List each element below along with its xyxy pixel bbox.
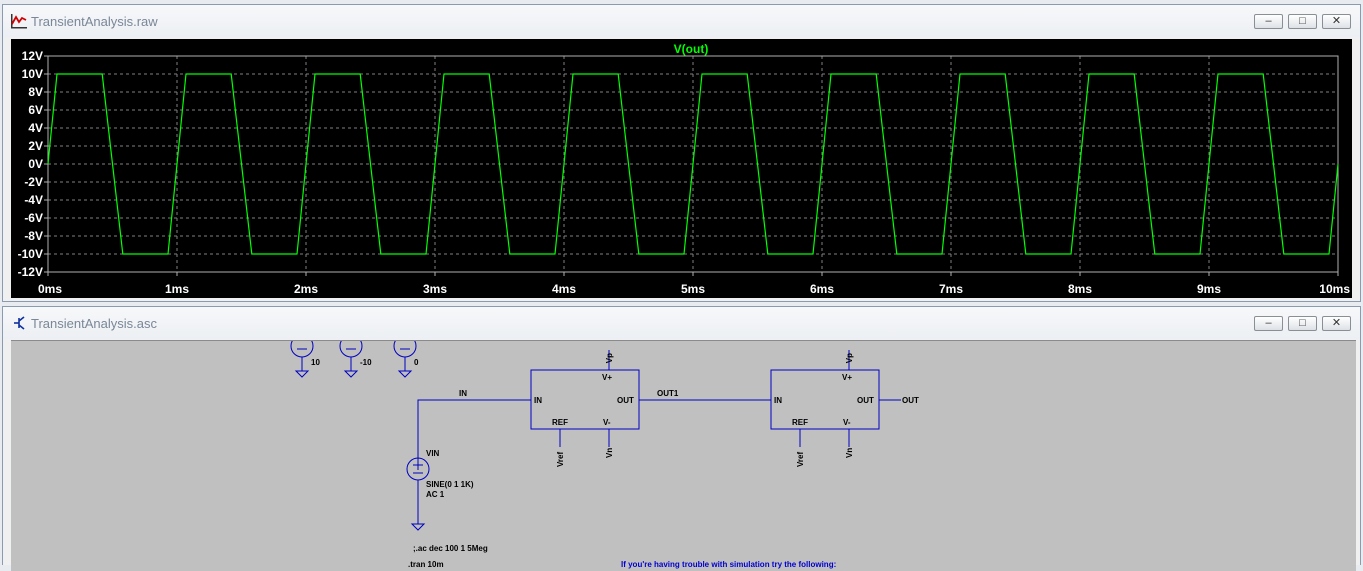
source-name: VIN [426, 449, 440, 458]
close-button[interactable]: ✕ [1322, 14, 1351, 29]
wire-out[interactable]: OUT [879, 396, 919, 405]
x-tick-label: 6ms [810, 282, 834, 296]
y-tick-label: 8V [28, 85, 43, 99]
net-label-vref: Vref [556, 452, 565, 467]
pin-vplus: V+ [602, 373, 612, 382]
x-tick-label: 4ms [552, 282, 576, 296]
net-label-vn: Vn [605, 448, 614, 458]
waveform-window-title: TransientAnalysis.raw [31, 14, 158, 29]
trace-label[interactable]: V(out) [674, 42, 709, 56]
x-tick-label: 2ms [294, 282, 318, 296]
y-tick-label: 12V [22, 49, 43, 63]
supply-value-3: 0 [414, 358, 419, 367]
pin-in: IN [774, 396, 782, 405]
net-label-out1: OUT1 [657, 389, 679, 398]
amplifier-block-1[interactable]: V+ IN OUT REF V- Vp Vref Vn [530, 350, 640, 467]
supply-value-1: 10 [311, 358, 320, 367]
x-tick-label: 1ms [165, 282, 189, 296]
y-tick-label: -12V [18, 265, 43, 279]
x-tick-label: 0ms [38, 282, 62, 296]
wire-out1[interactable]: OUT1 [639, 389, 771, 401]
y-tick-label: -6V [24, 211, 43, 225]
waveform-titlebar[interactable]: TransientAnalysis.raw – □ ✕ [3, 5, 1360, 37]
pin-out: OUT [857, 396, 874, 405]
net-label-vp: Vp [845, 353, 854, 363]
x-tick-label: 3ms [423, 282, 447, 296]
y-tick-label: 2V [28, 139, 43, 153]
y-tick-label: -8V [24, 229, 43, 243]
x-tick-label: 7ms [939, 282, 963, 296]
amplifier-block-2[interactable]: V+ IN OUT REF V- Vp Vref Vn [770, 350, 880, 467]
y-tick-label: 6V [28, 103, 43, 117]
close-button[interactable]: ✕ [1322, 316, 1351, 331]
schematic-window: TransientAnalysis.asc – □ ✕ 10 -10 0 IN … [2, 306, 1361, 571]
restore-button[interactable]: □ [1288, 316, 1317, 331]
pin-out: OUT [617, 396, 634, 405]
pin-in: IN [534, 396, 542, 405]
restore-button[interactable]: □ [1288, 14, 1317, 29]
y-tick-label: -2V [24, 175, 43, 189]
net-label-in: IN [459, 389, 467, 398]
x-tick-label: 10ms [1319, 282, 1350, 296]
voltage-chart[interactable]: V(out) 12V 10V 8V 6V 4V 2V 0V -2V -4V -6V -8V -10V -… [11, 39, 1352, 298]
net-label-vn: Vn [845, 448, 854, 458]
source-value-ac: AC 1 [426, 490, 445, 499]
schematic-app-icon [14, 316, 25, 330]
pin-vminus: V- [603, 418, 611, 427]
supply-source-1[interactable]: 10 [290, 341, 320, 378]
waveform-plot-area[interactable]: V(out) 12V 10V 8V 6V 4V 2V 0V -2V -4V -6V -8V -10V -… [11, 39, 1352, 298]
x-tick-label: 5ms [681, 282, 705, 296]
voltage-source-vin[interactable]: VIN SINE(0 1 1K) AC 1 [406, 449, 474, 531]
minimize-button[interactable]: – [1254, 316, 1283, 331]
pin-ref: REF [552, 418, 568, 427]
waveform-window: TransientAnalysis.raw – □ ✕ V(out) 12V 10… [2, 4, 1361, 302]
spice-directive-ac[interactable]: ;.ac dec 100 1 5Meg [413, 544, 488, 553]
y-tick-label: 4V [28, 121, 43, 135]
pin-ref: REF [792, 418, 808, 427]
supply-source-2[interactable]: -10 [339, 341, 372, 378]
y-axis: 12V 10V 8V 6V 4V 2V 0V -2V -4V -6V -8V -10V -12V [18, 49, 48, 279]
pin-vplus: V+ [842, 373, 852, 382]
source-value-sine: SINE(0 1 1K) [426, 480, 474, 489]
y-tick-label: 0V [28, 157, 43, 171]
schematic-titlebar[interactable]: TransientAnalysis.asc – □ ✕ [3, 307, 1360, 339]
supply-value-2: -10 [360, 358, 372, 367]
net-label-out: OUT [902, 396, 919, 405]
y-tick-label: -10V [18, 247, 43, 261]
pin-vminus: V- [843, 418, 851, 427]
net-label-vp: Vp [605, 353, 614, 363]
y-tick-label: -4V [24, 193, 43, 207]
net-label-vref: Vref [796, 452, 805, 467]
y-tick-label: 10V [22, 67, 43, 81]
schematic-canvas[interactable]: 10 -10 0 IN V+ IN OUT REF V- Vp Vref Vn … [11, 340, 1356, 571]
x-axis: 0ms 1ms 2ms 3ms 4ms 5ms 6ms 7ms 8ms 9ms 10ms [38, 272, 1350, 296]
x-tick-label: 8ms [1068, 282, 1092, 296]
supply-source-3[interactable]: 0 [393, 341, 419, 378]
x-tick-label: 9ms [1197, 282, 1221, 296]
schematic-window-title: TransientAnalysis.asc [31, 316, 157, 331]
waveform-app-icon [11, 14, 27, 29]
minimize-button[interactable]: – [1254, 14, 1283, 29]
